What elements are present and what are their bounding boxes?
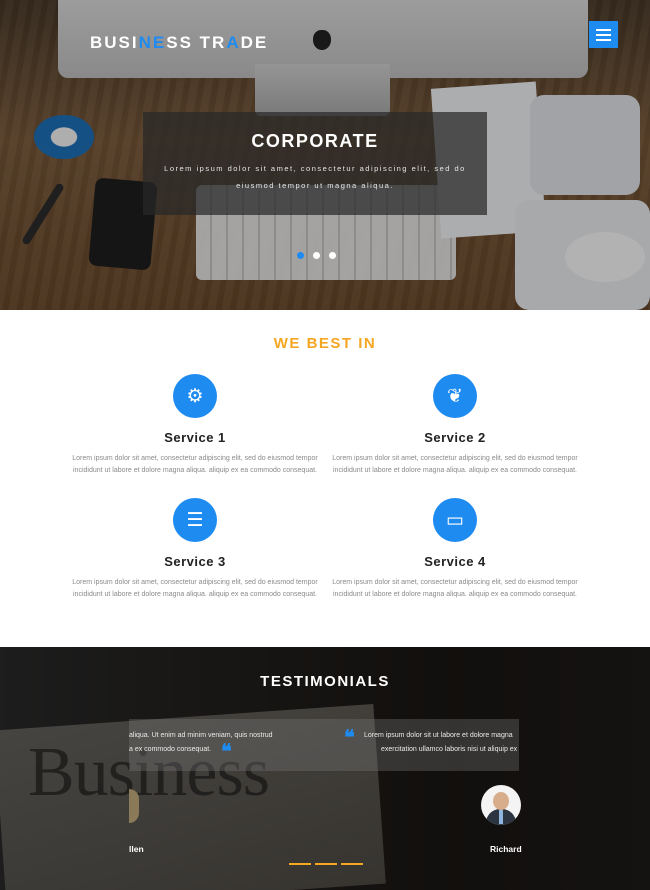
service-item-3: ☰ Service 3 Lorem ipsum dolor sit amet, …: [65, 498, 325, 601]
service-item-4: ▭ Service 4 Lorem ipsum dolor sit amet, …: [325, 498, 585, 601]
leaf-icon: ❦: [433, 374, 477, 418]
testimonial-name-left: llen: [129, 844, 144, 854]
gear-icon: ⚙: [173, 374, 217, 418]
service-desc: Lorem ipsum dolor sit amet, consectetur …: [332, 579, 578, 598]
avatar-head: [493, 792, 509, 810]
slider-dot-3[interactable]: [329, 252, 336, 259]
laptop-icon: ▭: [433, 498, 477, 542]
service-name: Service 3: [164, 554, 226, 569]
service-item-1: ⚙ Service 1 Lorem ipsum dolor sit amet, …: [65, 374, 325, 477]
hero-text: Lorem ipsum dolor sit amet, consectetur …: [164, 164, 466, 190]
hero-banner: BUSINESS TRADE CORPORATE Lorem ipsum dol…: [0, 0, 650, 310]
testimonial-name-right: Richard: [490, 844, 522, 854]
service-desc: Lorem ipsum dolor sit amet, consectetur …: [72, 455, 318, 474]
avatar-richard: [481, 785, 521, 825]
quote-right-line-1: Lorem ipsum dolor sit ut labore et dolor…: [364, 732, 513, 739]
site-logo[interactable]: BUSINESS TRADE: [90, 33, 268, 53]
service-name: Service 1: [164, 430, 226, 445]
server-icon: ☰: [173, 498, 217, 542]
testimonials-section: Business TESTIMONIALS aliqua. Ut enim ad…: [0, 647, 650, 890]
menu-bar-icon: [596, 28, 611, 31]
hero-title: CORPORATE: [251, 131, 379, 151]
menu-bar-icon: [596, 33, 611, 36]
services-title: WE BEST IN: [273, 335, 377, 352]
menu-bar-icon: [596, 38, 611, 41]
slider-dot-1[interactable]: [297, 252, 304, 259]
carousel-indicator-2[interactable]: [315, 863, 337, 865]
avatar-tie: [499, 810, 503, 824]
quote-left-line-2: a ex commodo consequat.: [129, 746, 212, 753]
avatar-left: [129, 789, 139, 823]
quote-left-line-1: aliqua. Ut enim ad minim veniam, quis no…: [129, 732, 273, 739]
carousel-indicators: [289, 863, 363, 865]
service-desc: Lorem ipsum dolor sit amet, consectetur …: [72, 579, 318, 598]
logo-text-3: SS TR: [166, 33, 227, 52]
logo-text-2: NE: [138, 33, 167, 52]
carousel-indicator-3[interactable]: [341, 863, 363, 865]
logo-text-5: DE: [240, 33, 269, 52]
service-name: Service 4: [424, 554, 486, 569]
quote-icon: ❝: [344, 727, 355, 749]
service-name: Service 2: [424, 430, 486, 445]
services-section: WE BEST IN ⚙ Service 1 Lorem ipsum dolor…: [0, 310, 650, 647]
hamburger-menu-button[interactable]: [589, 21, 618, 48]
service-desc: Lorem ipsum dolor sit amet, consectetur …: [332, 455, 578, 474]
testimonials-title: TESTIMONIALS: [260, 673, 390, 690]
quote-icon: ❝: [221, 741, 232, 763]
carousel-indicator-1[interactable]: [289, 863, 311, 865]
logo-text-1: BUSI: [90, 33, 139, 52]
service-item-2: ❦ Service 2 Lorem ipsum dolor sit amet, …: [325, 374, 585, 477]
slider-dot-2[interactable]: [313, 252, 320, 259]
hero-caption: CORPORATE Lorem ipsum dolor sit amet, co…: [143, 112, 487, 215]
testimonial-carousel[interactable]: aliqua. Ut enim ad minim veniam, quis no…: [129, 719, 519, 771]
slider-dots: [297, 252, 336, 259]
logo-text-4: A: [226, 33, 241, 52]
quote-right-line-2: exercitation ullamco laboris nisi ut ali…: [381, 746, 518, 753]
